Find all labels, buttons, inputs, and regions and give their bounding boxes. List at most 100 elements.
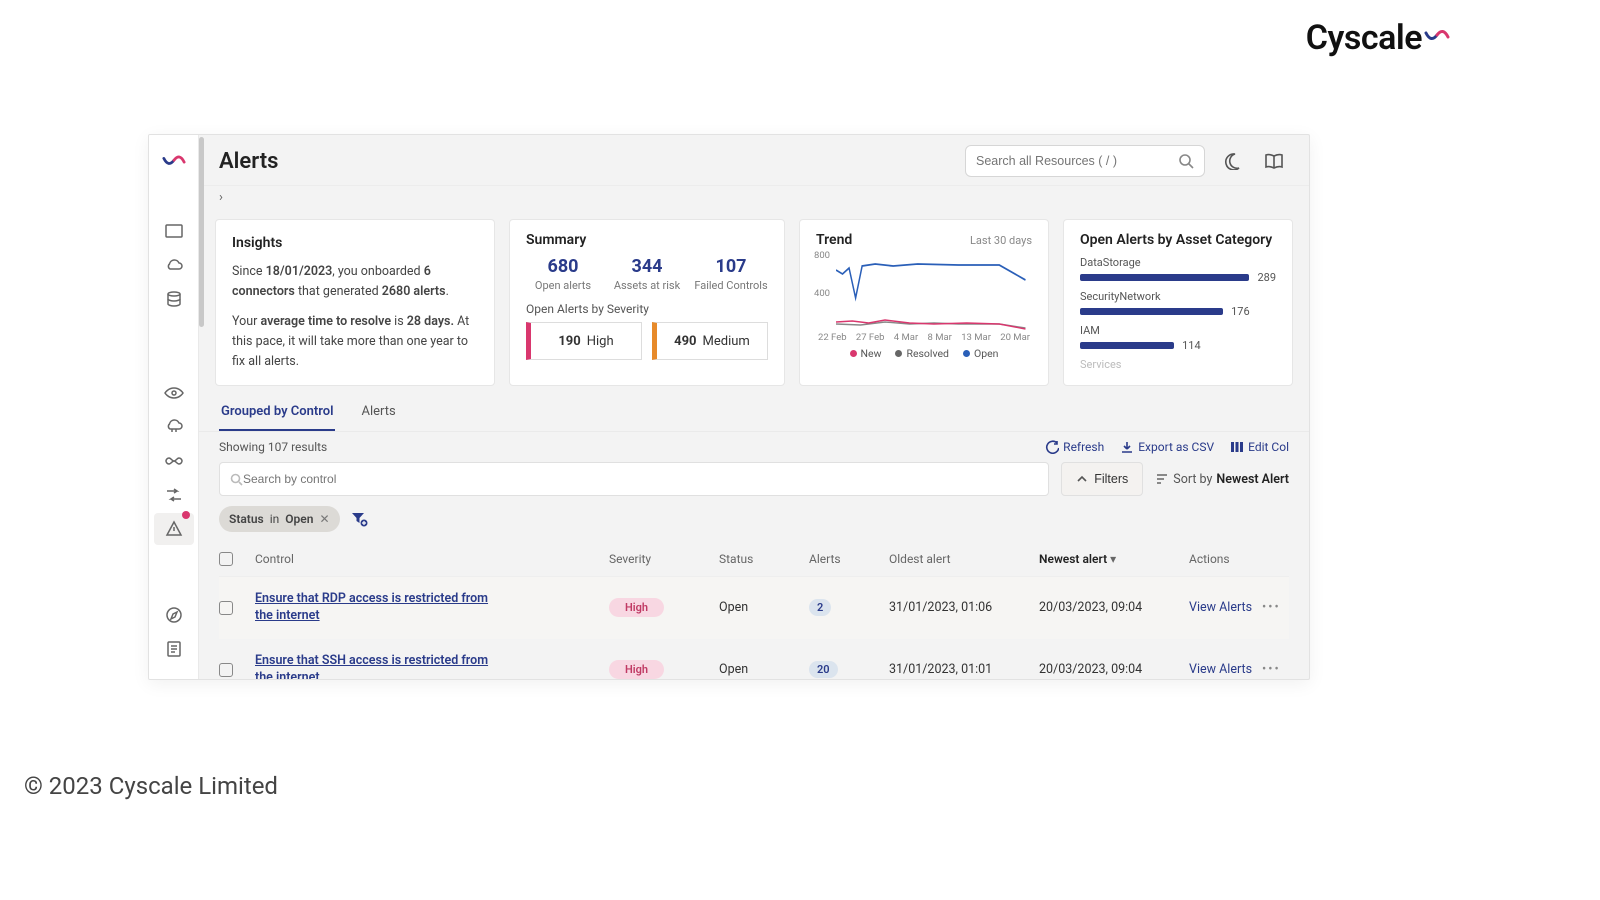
columns-icon	[1230, 440, 1244, 454]
alerts-count-badge: 20	[809, 661, 838, 678]
row-more-icon[interactable]: •••	[1262, 600, 1281, 615]
alerts-count-badge: 2	[809, 599, 831, 616]
add-filter-icon[interactable]	[350, 511, 368, 527]
trend-card: Trend Last 30 days 800 400 22 Feb27 Feb4…	[799, 219, 1049, 386]
filters-button[interactable]: Filters	[1061, 462, 1143, 496]
nav-alerts-badge-dot	[182, 511, 190, 519]
insights-card: Insights Since 18/01/2023, you onboarded…	[215, 219, 495, 386]
breadcrumb[interactable]: ›	[199, 186, 1309, 209]
severity-subtitle: Open Alerts by Severity	[526, 302, 768, 316]
asset-row: IAM 114	[1080, 324, 1276, 352]
legend-resolved-dot-icon	[895, 350, 902, 357]
nav-compass[interactable]	[154, 599, 194, 631]
row-checkbox[interactable]	[219, 601, 233, 615]
legend-open-dot-icon	[963, 350, 970, 357]
main-area: Alerts › Insights Since 18/01/2023, you …	[199, 135, 1309, 679]
copyright-text: © 2023 Cyscale Limited	[24, 772, 278, 800]
table-header: Control Severity Status Alerts Oldest al…	[219, 542, 1289, 577]
summary-failed: 107 Failed Controls	[694, 256, 768, 292]
docs-button[interactable]	[1259, 146, 1289, 176]
brand-logo-mark-icon	[1424, 29, 1450, 47]
nav-dashboard[interactable]	[154, 215, 194, 247]
row-more-icon[interactable]: •••	[1262, 662, 1281, 677]
legend-new-dot-icon	[850, 350, 857, 357]
col-actions: Actions	[1189, 552, 1289, 566]
byasset-title: Open Alerts by Asset Category	[1080, 232, 1276, 248]
asset-bar	[1080, 342, 1174, 349]
summary-open: 680 Open alerts	[526, 256, 600, 292]
select-all-checkbox[interactable]	[219, 552, 233, 566]
nav-cloud-secure[interactable]	[154, 411, 194, 443]
cards-row: Insights Since 18/01/2023, you onboarded…	[199, 209, 1309, 394]
brand-logo: Cyscale	[1306, 18, 1450, 58]
newest-cell: 20/03/2023, 09:04	[1039, 662, 1189, 677]
control-search[interactable]	[219, 462, 1049, 496]
search-icon	[1178, 153, 1194, 169]
severity-badge: High	[609, 660, 664, 679]
sort-icon	[1155, 473, 1169, 485]
asset-name: IAM	[1080, 324, 1276, 337]
global-search-input[interactable]	[976, 154, 1178, 168]
nav-infinity[interactable]	[154, 445, 194, 477]
sidebar	[149, 135, 199, 679]
summary-risk-value: 344	[610, 256, 684, 277]
theme-toggle-button[interactable]	[1217, 146, 1247, 176]
refresh-icon	[1045, 440, 1059, 454]
insights-title: Insights	[232, 232, 478, 254]
summary-open-label: Open alerts	[526, 279, 600, 292]
asset-bar	[1080, 308, 1223, 315]
nav-reports[interactable]	[154, 633, 194, 665]
col-alerts[interactable]: Alerts	[809, 552, 889, 566]
moon-icon	[1223, 152, 1241, 170]
edit-columns-button[interactable]: Edit Col	[1230, 440, 1289, 454]
tabs: Grouped by Control Alerts	[199, 394, 1309, 432]
app-logo-icon[interactable]	[162, 151, 186, 175]
col-oldest[interactable]: Oldest alert	[889, 552, 1039, 566]
sort-desc-icon: ▾	[1110, 552, 1116, 566]
asset-row: DataStorage 289	[1080, 256, 1276, 284]
filter-chips: Status in Open ✕	[199, 502, 1309, 542]
search-icon	[230, 473, 243, 486]
nav-cloud[interactable]	[154, 249, 194, 281]
results-count: Showing 107 results	[219, 440, 327, 454]
nav-flows[interactable]	[154, 479, 194, 511]
trend-ytick-mid: 400	[814, 288, 830, 299]
export-csv-button[interactable]: Export as CSV	[1120, 440, 1214, 454]
chevron-right-icon: ›	[219, 190, 223, 205]
app-window: Alerts › Insights Since 18/01/2023, you …	[148, 134, 1310, 680]
table-toolbar: Showing 107 results Refresh Export as CS…	[199, 432, 1309, 456]
nav-visibility[interactable]	[154, 377, 194, 409]
col-severity[interactable]: Severity	[609, 552, 719, 566]
refresh-button[interactable]: Refresh	[1045, 440, 1104, 454]
filter-chip-status[interactable]: Status in Open ✕	[219, 506, 340, 532]
control-link[interactable]: Ensure that SSH access is restricted fro…	[255, 653, 495, 679]
status-cell: Open	[719, 600, 809, 615]
severity-medium-pill[interactable]: 490Medium	[652, 322, 768, 360]
col-newest[interactable]: Newest alert ▾	[1039, 552, 1189, 566]
summary-risk-label: Assets at risk	[610, 279, 684, 292]
tab-alerts[interactable]: Alerts	[359, 394, 397, 431]
nav-alerts[interactable]	[154, 513, 194, 545]
tab-grouped-by-control[interactable]: Grouped by Control	[219, 394, 335, 431]
sort-control[interactable]: Sort by Newest Alert	[1155, 472, 1289, 487]
asset-name: DataStorage	[1080, 256, 1276, 269]
control-link[interactable]: Ensure that RDP access is restricted fro…	[255, 591, 495, 625]
controls-table: Control Severity Status Alerts Oldest al…	[199, 542, 1309, 679]
scrollbar[interactable]	[199, 137, 204, 327]
col-control[interactable]: Control	[255, 552, 609, 566]
insights-line1: Since 18/01/2023, you onboarded 6 connec…	[232, 262, 478, 302]
chip-remove-icon[interactable]: ✕	[319, 512, 329, 526]
nav-data[interactable]	[154, 283, 194, 315]
control-search-input[interactable]	[243, 472, 1038, 486]
global-search[interactable]	[965, 145, 1205, 177]
view-alerts-link[interactable]: View Alerts	[1189, 600, 1252, 615]
row-checkbox[interactable]	[219, 663, 233, 677]
severity-high-pill[interactable]: 190High	[526, 322, 642, 360]
book-icon	[1264, 152, 1284, 170]
insights-line2: Your average time to resolve is 28 days.…	[232, 312, 478, 372]
summary-risk: 344 Assets at risk	[610, 256, 684, 292]
view-alerts-link[interactable]: View Alerts	[1189, 662, 1252, 677]
col-status[interactable]: Status	[719, 552, 809, 566]
asset-row: SecurityNetwork 176	[1080, 290, 1276, 318]
trend-chart-svg	[836, 252, 1032, 330]
